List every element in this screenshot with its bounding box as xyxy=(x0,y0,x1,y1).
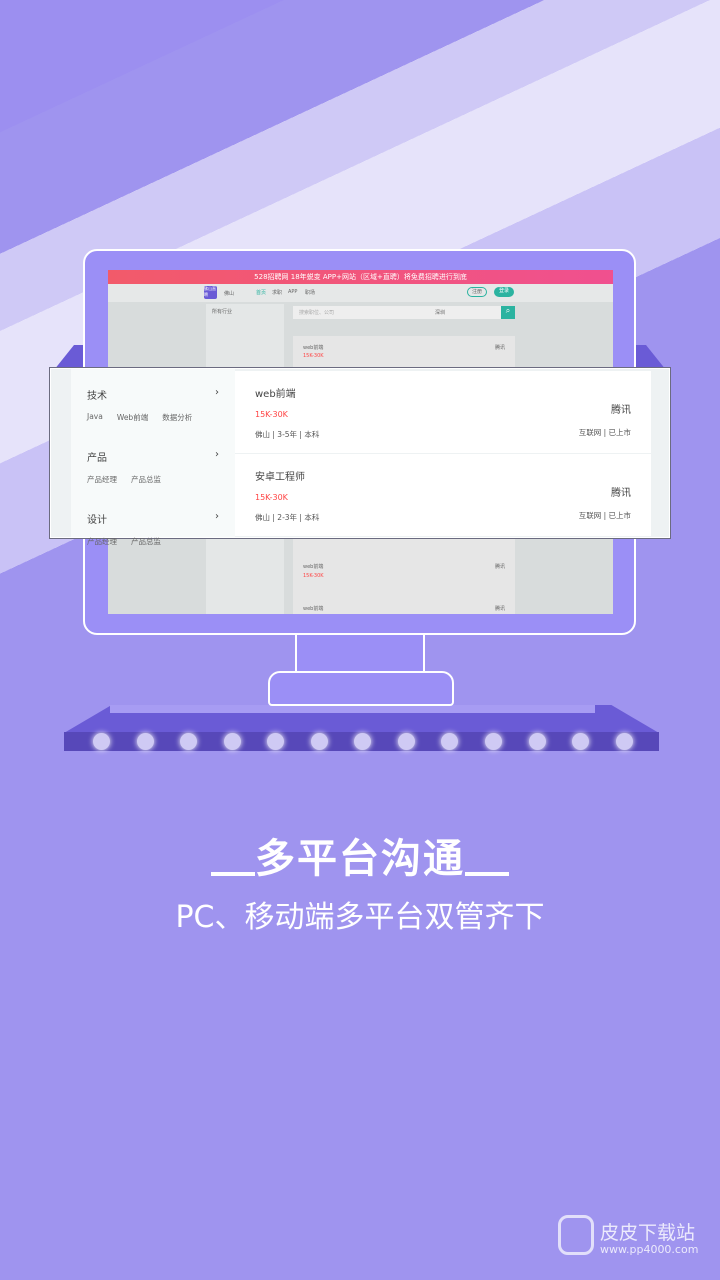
chevron-right-icon: › xyxy=(215,511,219,522)
nav-home[interactable]: 首页 xyxy=(256,289,266,296)
category-sidebar: 技术 › Java Web前端 数据分析 产品 › 产品经理 产品总监 设计 › 产品经理产… xyxy=(71,369,235,546)
job-list: web前端 15K-30K 佛山 | 3-5年 | 本科 腾讯 互联网 | 已上… xyxy=(235,371,651,537)
monitor-base xyxy=(268,671,454,706)
bg-job-company: 腾讯 xyxy=(494,564,505,570)
watermark-logo-icon xyxy=(558,1215,594,1255)
popup-card: 技术 › Java Web前端 数据分析 产品 › 产品经理 产品总监 设计 › 产品经理产… xyxy=(50,368,670,546)
category-name: 产品 xyxy=(87,453,107,464)
category-name: 技术 xyxy=(87,391,107,402)
city-select[interactable]: 深圳 xyxy=(435,309,445,316)
search-icon[interactable]: ⌕ xyxy=(501,306,515,319)
desk-edge xyxy=(110,705,595,713)
job-title: 安卓工程师 xyxy=(255,472,305,483)
sub-category[interactable]: 产品经理 xyxy=(87,474,117,485)
bg-job-company: 腾讯 xyxy=(494,345,505,351)
job-meta: 佛山 | 2-3年 | 本科 xyxy=(255,513,320,522)
sub-category[interactable]: 产品总监 xyxy=(131,536,161,547)
watermark-name: 皮皮下载站 xyxy=(600,1222,696,1244)
job-card[interactable]: web前端 15K-30K 佛山 | 3-5年 | 本科 腾讯 互联网 | 已上… xyxy=(235,371,651,453)
bg-job-title[interactable]: web前端 xyxy=(303,344,323,351)
category-design[interactable]: 设计 › xyxy=(87,511,219,526)
sub-category[interactable]: Web前端 xyxy=(117,412,148,423)
sub-category[interactable]: 产品总监 xyxy=(131,474,161,485)
search-input[interactable]: 搜索职位、公司 xyxy=(293,306,501,319)
sub-category[interactable]: 数据分析 xyxy=(162,412,192,423)
login-button[interactable]: 登录 xyxy=(494,287,514,297)
monitor-neck xyxy=(295,634,425,674)
category-name: 设计 xyxy=(87,515,107,526)
category-product[interactable]: 产品 › xyxy=(87,449,219,464)
watermark-url: www.pp4000.com xyxy=(600,1243,699,1256)
industry-label[interactable]: 所有行业 xyxy=(212,309,232,315)
category-tech[interactable]: 技术 › xyxy=(87,387,219,402)
job-title: web前端 xyxy=(255,389,296,400)
headline: 多平台沟通 xyxy=(0,826,720,884)
sub-category[interactable]: Java xyxy=(87,412,103,423)
site-logo[interactable]: 佛山直聘 xyxy=(204,286,217,299)
nav-career[interactable]: 职场 xyxy=(305,289,315,296)
nav-job[interactable]: 求职 xyxy=(272,289,282,296)
subheadline: PC、移动端多平台双管齐下 xyxy=(175,900,545,935)
job-salary: 15K-30K xyxy=(255,410,288,419)
bg-job-company: 腾讯 xyxy=(494,606,505,612)
job-card[interactable]: 安卓工程师 15K-30K 佛山 | 2-3年 | 本科 腾讯 互联网 | 已上… xyxy=(235,454,651,536)
nav-app[interactable]: APP xyxy=(288,289,297,295)
register-button[interactable]: 注册 xyxy=(467,287,487,297)
company-name: 腾讯 xyxy=(611,488,631,499)
sub-category[interactable]: 产品经理 xyxy=(87,536,117,547)
company-tags: 互联网 | 已上市 xyxy=(578,511,631,520)
bg-job-salary: 15K-30K xyxy=(303,353,324,359)
job-meta: 佛山 | 3-5年 | 本科 xyxy=(255,430,320,439)
chevron-right-icon: › xyxy=(215,387,219,398)
bg-job-title[interactable]: web前端 xyxy=(303,605,323,612)
job-salary: 15K-30K xyxy=(255,493,288,502)
site-nav: 佛山直聘 佛山 首页 求职 APP 职场 注册 登录 xyxy=(108,284,613,302)
company-tags: 互联网 | 已上市 xyxy=(578,428,631,437)
chevron-right-icon: › xyxy=(215,449,219,460)
promo-banner[interactable]: 528招聘网 18年蜕变 APP+网站（区域+直聘）将免费招聘进行到底 xyxy=(108,270,613,284)
city[interactable]: 佛山 xyxy=(224,290,234,297)
bg-job-title[interactable]: web前端 xyxy=(303,563,323,570)
bg-job-salary: 15K-30K xyxy=(303,573,324,579)
company-name: 腾讯 xyxy=(611,405,631,416)
